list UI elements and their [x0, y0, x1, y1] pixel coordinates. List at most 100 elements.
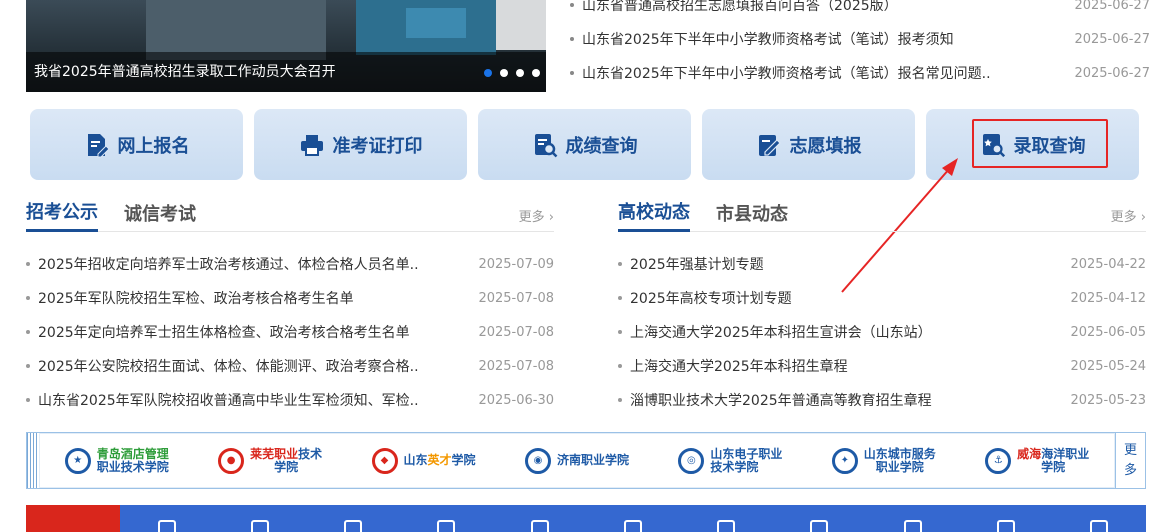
- news-title[interactable]: 上海交通大学2025年本科招生宣讲会（山东站）: [630, 322, 1066, 342]
- bottom-nav-item[interactable]: [586, 505, 679, 532]
- news-title[interactable]: 山东省普通高校招生志愿填报百问百答（2025版）: [582, 0, 1070, 15]
- form-edit-icon: [87, 133, 110, 157]
- quick-link-label: 网上报名: [117, 135, 190, 157]
- slider-caption[interactable]: 我省2025年普通高校招生录取工作动员大会召开: [26, 52, 546, 92]
- news-date: 2025-07-08: [478, 324, 554, 340]
- news-date: 2025-06-30: [478, 392, 554, 408]
- list-item[interactable]: 山东省2025年军队院校招收普通高中毕业生军检须知、军检.. 2025-06-30: [26, 383, 554, 417]
- list-item[interactable]: 山东省2025年下半年中小学教师资格考试（笔试）报名常见问题.. 2025-06…: [570, 56, 1150, 90]
- page: 我省2025年普通高校招生录取工作动员大会召开 山东省普通高校招生志愿填报百问百…: [0, 0, 1166, 532]
- school-logo[interactable]: ◆ 山东英才学院: [371, 447, 476, 474]
- bullet-icon: [570, 3, 574, 7]
- list-item[interactable]: 山东省2025年下半年中小学教师资格考试（笔试）报考须知 2025-06-27: [570, 22, 1150, 56]
- admission-ticket-print-button[interactable]: 准考证打印: [254, 109, 467, 180]
- school-seal-icon: ◆: [371, 447, 398, 474]
- list-item[interactable]: 2025年强基计划专题 2025-04-22: [618, 247, 1146, 281]
- news-date: 2025-06-27: [1074, 31, 1150, 47]
- news-title[interactable]: 山东省2025年下半年中小学教师资格考试（笔试）报名常见问题..: [582, 63, 1070, 83]
- university-tabs: 高校动态 市县动态 更多 ›: [618, 196, 1146, 232]
- bottom-nav-item[interactable]: [1053, 505, 1146, 532]
- news-title[interactable]: 2025年公安院校招生面试、体检、体能测评、政治考察合格..: [38, 356, 474, 376]
- school-seal-icon: ◎: [678, 447, 705, 474]
- list-item[interactable]: 2025年高校专项计划专题 2025-04-12: [618, 281, 1146, 315]
- school-logo[interactable]: ◎ 山东电子职业 技术学院: [678, 447, 782, 474]
- news-title[interactable]: 2025年定向培养军士招生体格检查、政治考核合格考生名单: [38, 322, 474, 342]
- online-registration-button[interactable]: 网上报名: [30, 109, 243, 180]
- score-search-icon: [534, 133, 557, 157]
- bottom-nav-active-item[interactable]: [26, 505, 120, 532]
- nav-icon: [1090, 520, 1109, 532]
- list-item[interactable]: 山东省普通高校招生志愿填报百问百答（2025版） 2025-06-27: [570, 0, 1150, 22]
- bottom-nav-item[interactable]: [307, 505, 400, 532]
- school-logo[interactable]: ★ 青岛酒店管理 职业技术学院: [64, 447, 169, 474]
- bottom-nav-item[interactable]: [493, 505, 586, 532]
- news-date: 2025-05-24: [1070, 358, 1146, 374]
- school-logo[interactable]: ● 莱芜职业技术 学院: [218, 447, 322, 474]
- slider-dots: [484, 69, 540, 77]
- slider-dot[interactable]: [532, 69, 540, 77]
- school-logo[interactable]: ⚓ 威海海洋职业 学院: [985, 447, 1089, 474]
- more-schools-button[interactable]: 更多: [1115, 433, 1145, 488]
- notices-column: 招考公示 诚信考试 更多 › 2025年招收定向培养军士政治考核通过、体检合格人…: [26, 196, 554, 417]
- news-title[interactable]: 山东省2025年军队院校招收普通高中毕业生军检须知、军检..: [38, 390, 474, 410]
- bottom-nav-item[interactable]: [120, 505, 213, 532]
- news-date: 2025-04-22: [1070, 256, 1146, 272]
- slider-dot[interactable]: [516, 69, 524, 77]
- bottom-nav-item[interactable]: [213, 505, 306, 532]
- nav-icon: [344, 520, 363, 532]
- list-item[interactable]: 2025年定向培养军士招生体格检查、政治考核合格考生名单 2025-07-08: [26, 315, 554, 349]
- news-title[interactable]: 淄博职业技术大学2025年普通高等教育招生章程: [630, 390, 1066, 410]
- notices-list: 2025年招收定向培养军士政治考核通过、体检合格人员名单.. 2025-07-09…: [26, 247, 554, 417]
- school-logo[interactable]: ◉ 济南职业学院: [524, 447, 629, 474]
- university-news-list: 2025年强基计划专题 2025-04-22 2025年高校专项计划专题 2025-…: [618, 247, 1146, 417]
- nav-icon: [997, 520, 1016, 532]
- tab-exam-integrity[interactable]: 诚信考试: [124, 200, 196, 231]
- list-item[interactable]: 上海交通大学2025年本科招生章程 2025-05-24: [618, 349, 1146, 383]
- more-link[interactable]: 更多 ›: [1111, 206, 1146, 225]
- top-news-list: 山东省普通高校招生志愿填报百问百答（2025版） 2025-06-27 山东省2…: [570, 0, 1150, 90]
- bullet-icon: [618, 262, 622, 266]
- bottom-nav-item[interactable]: [866, 505, 959, 532]
- slider-dot[interactable]: [500, 69, 508, 77]
- university-news-column: 高校动态 市县动态 更多 › 2025年强基计划专题 2025-04-22 202…: [618, 196, 1146, 417]
- bullet-icon: [570, 71, 574, 75]
- admission-query-button[interactable]: 录取查询: [926, 109, 1139, 180]
- school-seal-icon: ★: [64, 447, 91, 474]
- application-filling-button[interactable]: 志愿填报: [702, 109, 915, 180]
- bullet-icon: [26, 364, 30, 368]
- tab-city-county-news[interactable]: 市县动态: [716, 200, 788, 231]
- slider-dot[interactable]: [484, 69, 492, 77]
- news-date: 2025-07-08: [478, 290, 554, 306]
- school-seal-icon: ◉: [524, 447, 551, 474]
- list-item[interactable]: 上海交通大学2025年本科招生宣讲会（山东站） 2025-06-05: [618, 315, 1146, 349]
- news-slider[interactable]: 我省2025年普通高校招生录取工作动员大会召开: [26, 0, 546, 92]
- more-link[interactable]: 更多 ›: [519, 206, 554, 225]
- list-item[interactable]: 2025年招收定向培养军士政治考核通过、体检合格人员名单.. 2025-07-09: [26, 247, 554, 281]
- tab-exam-notices[interactable]: 招考公示: [26, 198, 98, 232]
- news-title[interactable]: 2025年高校专项计划专题: [630, 288, 1066, 308]
- school-seal-icon: ⚓: [985, 447, 1012, 474]
- news-title[interactable]: 上海交通大学2025年本科招生章程: [630, 356, 1066, 376]
- bullet-icon: [26, 330, 30, 334]
- bottom-nav-item[interactable]: [959, 505, 1052, 532]
- quick-link-label: 成绩查询: [565, 135, 638, 157]
- news-title[interactable]: 2025年招收定向培养军士政治考核通过、体检合格人员名单..: [38, 254, 474, 274]
- printer-icon: [300, 134, 323, 156]
- bullet-icon: [618, 398, 622, 402]
- bullet-icon: [618, 330, 622, 334]
- tab-university-news[interactable]: 高校动态: [618, 198, 690, 232]
- logos-bar-edge: [27, 433, 39, 488]
- list-item[interactable]: 2025年军队院校招生军检、政治考核合格考生名单 2025-07-08: [26, 281, 554, 315]
- school-logo[interactable]: ✦ 山东城市服务 职业学院: [831, 447, 936, 474]
- bottom-nav-item[interactable]: [680, 505, 773, 532]
- score-query-button[interactable]: 成绩查询: [478, 109, 691, 180]
- nav-icon: [530, 520, 549, 532]
- news-title[interactable]: 2025年军队院校招生军检、政治考核合格考生名单: [38, 288, 474, 308]
- news-title[interactable]: 山东省2025年下半年中小学教师资格考试（笔试）报考须知: [582, 29, 1070, 49]
- bottom-nav-item[interactable]: [400, 505, 493, 532]
- bottom-nav-bar: [26, 505, 1146, 532]
- list-item[interactable]: 淄博职业技术大学2025年普通高等教育招生章程 2025-05-23: [618, 383, 1146, 417]
- bottom-nav-item[interactable]: [773, 505, 866, 532]
- list-item[interactable]: 2025年公安院校招生面试、体检、体能测评、政治考察合格.. 2025-07-08: [26, 349, 554, 383]
- news-title[interactable]: 2025年强基计划专题: [630, 254, 1066, 274]
